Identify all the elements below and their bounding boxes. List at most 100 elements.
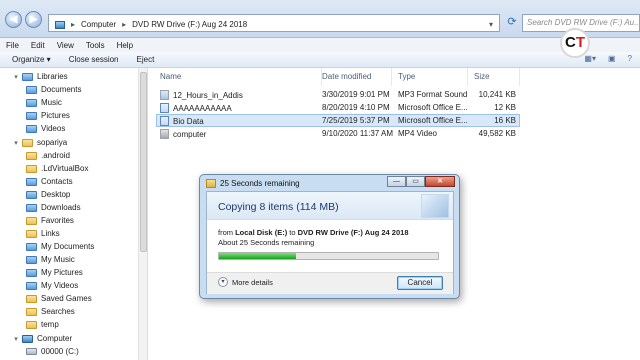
document-file-icon [160,103,169,113]
sidebar-item-label: Favorites [41,216,74,225]
sidebar-item-libraries[interactable]: ▾ Libraries [12,70,68,83]
breadcrumb-separator: ▸ [122,20,127,29]
sidebar-item-saved-games[interactable]: Saved Games [26,292,92,305]
time-remaining: About 25 Seconds remaining [218,238,315,247]
expand-arrow-icon[interactable]: ▾ [12,335,20,343]
file-row[interactable]: 12_Hours_in_Addis 3/30/2019 9:01 PM MP3 … [156,89,520,102]
menu-bar: File Edit View Tools Help [0,38,640,52]
file-name: computer [173,129,207,139]
file-date: 7/25/2019 5:37 PM [322,116,390,125]
sidebar-item-label: Saved Games [41,294,92,303]
breadcrumb-separator: ▸ [71,20,76,29]
sidebar-item-android[interactable]: .android [26,149,70,162]
dialog-titlebar[interactable]: 25 Seconds remaining [206,179,300,188]
eject-button[interactable]: Eject [137,55,155,64]
preview-pane-icon[interactable]: ▣ [608,54,616,63]
menu-file[interactable]: File [6,41,19,50]
sidebar-item-desktop[interactable]: Desktop [26,188,70,201]
expand-arrow-icon[interactable]: ▾ [12,73,20,81]
folder-icon [26,320,37,329]
sidebar-item-ldvirtualbox[interactable]: .LdVirtualBox [26,162,88,175]
sidebar-item-temp[interactable]: temp [26,318,59,331]
close-button[interactable]: ✕ [425,176,455,187]
sidebar-item-label: Libraries [37,72,68,81]
close-session-button[interactable]: Close session [69,55,119,64]
destination-drive[interactable]: DVD RW Drive (F:) Aug 24 2018 [298,228,409,237]
organize-button[interactable]: Organize ▾ [12,55,51,64]
document-file-icon [160,116,169,126]
minimize-button[interactable]: — [387,176,406,187]
sidebar-item-favorites[interactable]: Favorites [26,214,74,227]
dialog-header: Copying 8 items (114 MB) [207,192,453,220]
sidebar-item-searches[interactable]: Searches [26,305,75,318]
sidebar-item-contacts[interactable]: Contacts [26,175,73,188]
file-type: MP4 Video [398,129,437,138]
address-field[interactable]: ▸ Computer ▸ DVD RW Drive (F:) Aug 24 20… [48,14,500,32]
sidebar-item-links[interactable]: Links [26,227,60,240]
special-folder-icon [26,203,37,212]
sidebar-item-label: Desktop [41,190,71,199]
sidebar-item-music[interactable]: Music [26,96,62,109]
sidebar-item-pictures[interactable]: Pictures [26,109,70,122]
command-toolbar: Organize ▾ Close session Eject ▦▾ ▣ ? [0,52,640,68]
chevron-down-icon[interactable]: ▾ [489,20,493,29]
sidebar-item-documents[interactable]: Documents [26,83,81,96]
back-button[interactable]: ◀ [5,11,22,28]
column-header-size[interactable]: Size [468,68,520,86]
sidebar-item-drive-c[interactable]: 00000 (C:) [26,345,79,358]
copy-progress-bar [218,252,439,260]
column-header-date[interactable]: Date modified [316,68,392,86]
file-type: Microsoft Office E... [398,116,468,125]
sidebar-item-label: .android [41,151,70,160]
expand-arrow-icon[interactable]: ▾ [12,139,20,147]
sidebar-item-sopariya[interactable]: ▾ sopariya [12,136,67,149]
sidebar-item-my-videos[interactable]: My Videos [26,279,78,292]
view-options-icon[interactable]: ▦▾ [584,54,596,63]
breadcrumb-dvd-drive[interactable]: DVD RW Drive (F:) Aug 24 2018 [132,20,247,29]
cancel-button[interactable]: Cancel [397,276,443,290]
sidebar-item-label: temp [41,320,59,329]
source-drive[interactable]: Local Disk (E:) [235,228,287,237]
dialog-body: Copying 8 items (114 MB) from Local Disk… [206,191,454,294]
file-row-selected[interactable]: Bio Data 7/25/2019 5:37 PM Microsoft Off… [156,114,520,127]
file-name: AAAAAAAAAAA [173,103,232,113]
more-details-toggle[interactable]: ▾ More details [218,277,273,287]
menu-edit[interactable]: Edit [31,41,45,50]
sidebar-item-label: Links [41,229,60,238]
menu-help[interactable]: Help [117,41,133,50]
refresh-icon[interactable]: ⟳ [504,15,520,31]
channel-logo: CT [560,28,590,58]
sidebar-item-label: Computer [37,334,73,343]
sidebar-item-label: Pictures [41,111,70,120]
column-header-type[interactable]: Type [392,68,468,86]
sidebar-item-downloads[interactable]: Downloads [26,201,81,214]
file-row[interactable]: computer 9/10/2020 11:37 AM MP4 Video 49… [156,128,520,141]
sidebar-item-my-documents[interactable]: My Documents [26,240,94,253]
copy-animation-icon [421,194,449,218]
file-size: 16 KB [494,116,516,125]
folder-icon [26,307,37,316]
special-folder-icon [26,242,37,251]
forward-button[interactable]: ▶ [25,11,42,28]
dialog-footer: ▾ More details Cancel [207,272,453,294]
sidebar-item-label: Music [41,98,62,107]
maximize-button[interactable]: ▭ [406,176,425,187]
sidebar-scrollbar[interactable] [138,68,147,360]
computer-icon [22,334,33,343]
sidebar-item-my-music[interactable]: My Music [26,253,75,266]
sidebar-item-videos[interactable]: Videos [26,122,65,135]
sidebar-item-my-pictures[interactable]: My Pictures [26,266,83,279]
file-type: MP3 Format Sound [398,90,468,99]
file-name: Bio Data [173,116,204,126]
sidebar-item-label: 00000 (C:) [41,347,79,356]
breadcrumb-computer[interactable]: Computer [81,20,116,29]
column-header-name[interactable]: Name [154,68,322,86]
scrollbar-thumb[interactable] [140,72,147,252]
file-name: 12_Hours_in_Addis [173,90,243,100]
special-folder-icon [26,190,37,199]
help-icon[interactable]: ? [628,54,632,63]
computer-icon [55,20,65,29]
sidebar-item-computer[interactable]: ▾ Computer [12,332,72,345]
menu-tools[interactable]: Tools [86,41,105,50]
menu-view[interactable]: View [57,41,74,50]
